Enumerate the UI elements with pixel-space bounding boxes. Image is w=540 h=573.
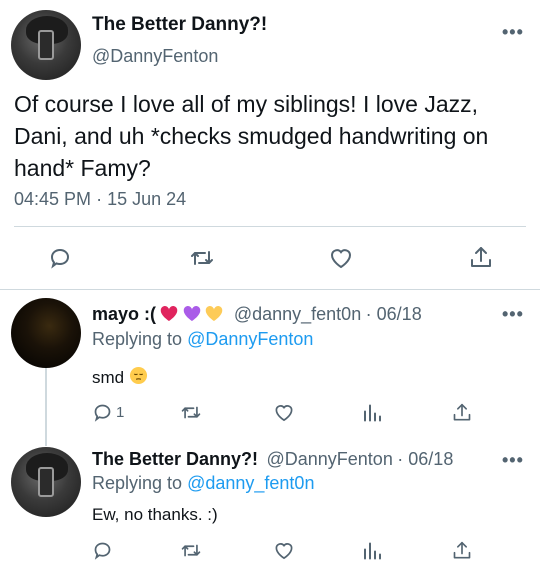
reply-button[interactable]: 1 [92, 402, 124, 423]
reply-author-name[interactable]: mayo :( [92, 304, 156, 324]
replying-to: Replying to @danny_fent0n [92, 473, 314, 494]
like-button[interactable] [273, 540, 295, 561]
reply-icon [94, 404, 111, 422]
share-button[interactable] [452, 540, 472, 562]
reply-author-handle[interactable]: @DannyFenton [266, 449, 392, 469]
share-button[interactable] [469, 245, 493, 271]
tweet-text: Of course I love all of my siblings! I l… [14, 91, 489, 181]
reply-count: 1 [116, 404, 125, 421]
like-button[interactable] [328, 246, 354, 270]
meta-separator: · [397, 449, 409, 469]
like-button[interactable] [273, 402, 295, 423]
replying-to-link[interactable]: @DannyFenton [187, 329, 313, 349]
more-options-icon[interactable]: ••• [502, 304, 524, 325]
retweet-button[interactable] [180, 402, 202, 423]
meta-separator: · [96, 189, 108, 209]
analytics-button[interactable] [362, 402, 382, 423]
share-icon [453, 403, 471, 421]
yellow-heart-icon [206, 305, 223, 321]
reply-icon [94, 542, 111, 560]
reply-text-content: smd [92, 368, 125, 387]
analytics-icon [364, 404, 381, 422]
thread-line [45, 368, 47, 446]
reply-button[interactable] [48, 246, 72, 270]
more-options-icon[interactable]: ••• [502, 22, 524, 43]
reply-header: mayo :( @danny_fent0n · 06/18 [92, 304, 422, 325]
avatar[interactable] [11, 447, 81, 517]
analytics-icon [364, 542, 381, 560]
pensive-face-icon [129, 366, 147, 385]
replying-to: Replying to @DannyFenton [92, 329, 313, 350]
avatar[interactable] [11, 10, 81, 80]
replying-to-link[interactable]: @danny_fent0n [187, 473, 314, 493]
share-button[interactable] [452, 402, 472, 424]
retweet-button[interactable] [180, 540, 202, 561]
retweet-icon [181, 544, 201, 557]
retweet-icon [191, 251, 213, 265]
retweet-icon [181, 406, 201, 419]
reply-date[interactable]: 06/18 [377, 304, 422, 324]
reply-icon [50, 248, 70, 269]
avatar-phone [37, 466, 55, 498]
replying-to-label: Replying to [92, 473, 183, 493]
share-icon [453, 541, 471, 559]
red-heart-icon [161, 305, 178, 321]
reply-author-handle[interactable]: @danny_fent0n [234, 304, 361, 324]
reply-header: The Better Danny?! @DannyFenton · 06/18 [92, 449, 453, 470]
retweet-button[interactable] [189, 246, 215, 270]
meta-separator: · [365, 304, 377, 324]
section-divider [0, 289, 540, 290]
tweet-time: 04:45 PM [14, 189, 92, 209]
replying-to-label: Replying to [92, 329, 183, 349]
author-name[interactable]: The Better Danny?! [92, 14, 267, 36]
like-icon [275, 543, 293, 560]
more-options-icon[interactable]: ••• [502, 450, 524, 471]
reply-text: Ew, no thanks. :) [92, 505, 218, 524]
reply-date[interactable]: 06/18 [408, 449, 453, 469]
author-handle[interactable]: @DannyFenton [92, 46, 218, 67]
share-icon [471, 247, 491, 267]
reply-button[interactable] [92, 540, 113, 561]
analytics-button[interactable] [362, 540, 382, 561]
tweet-timestamp[interactable]: 04:45 PM · 15 Jun 24 [14, 189, 186, 210]
reply-author-name[interactable]: The Better Danny?! [92, 449, 258, 469]
avatar[interactable] [11, 298, 81, 368]
like-icon [275, 405, 293, 422]
purple-heart-icon [183, 305, 201, 321]
divider [14, 226, 526, 227]
reply-text: smd [92, 366, 148, 388]
avatar-phone [37, 29, 55, 61]
tweet-date: 15 Jun 24 [107, 189, 187, 209]
like-icon [330, 249, 352, 269]
